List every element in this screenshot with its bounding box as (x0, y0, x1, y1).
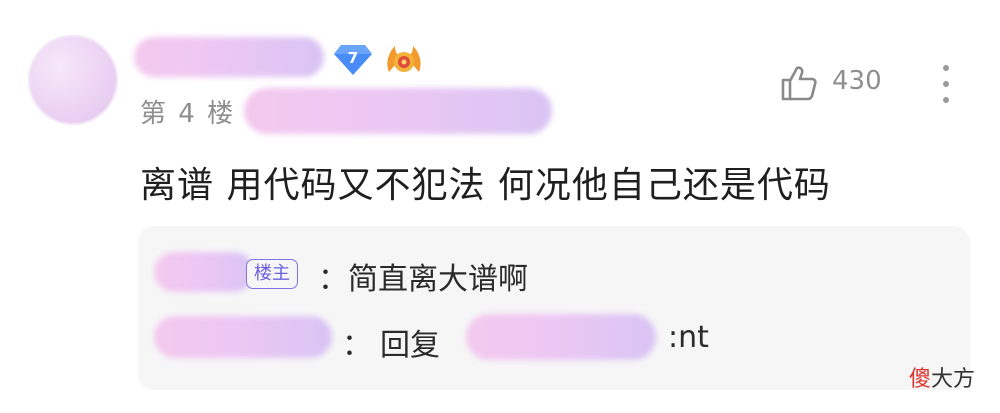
reply-colon: ： (342, 328, 372, 363)
like-count[interactable]: 430 (832, 66, 882, 96)
watermark-rest: 大方 (931, 367, 976, 392)
reply-target-redacted[interactable] (466, 314, 656, 360)
reply-preview-box[interactable] (138, 226, 970, 390)
thumbs-up-icon[interactable] (780, 64, 818, 102)
flame-medal-icon (387, 46, 421, 72)
reply-body: :nt (668, 320, 709, 355)
watermark-first-char: 傻 (909, 367, 932, 392)
reply-body: 简直离大谱啊 (348, 262, 528, 297)
owner-tag: 楼主 (246, 259, 298, 289)
reply-text: ：简直离大谱啊 (318, 254, 528, 298)
watermark: 傻大方 (909, 361, 975, 393)
avatar[interactable] (28, 35, 118, 125)
reply-author-redacted[interactable] (154, 316, 332, 358)
level-badge: 7 (333, 42, 373, 76)
floor-label: 第 4 楼 (140, 99, 236, 129)
more-vertical-icon[interactable] (936, 62, 956, 106)
username-redacted[interactable] (134, 37, 324, 77)
reply-prefix: 回复 (380, 328, 440, 363)
level-number: 7 (347, 49, 359, 67)
reply-colon: ： (318, 262, 348, 297)
reply-author-redacted[interactable] (154, 252, 254, 292)
post-content: 离谱 用代码又不犯法 何况他自己还是代码 (140, 165, 831, 206)
post-meta-redacted (244, 88, 552, 134)
